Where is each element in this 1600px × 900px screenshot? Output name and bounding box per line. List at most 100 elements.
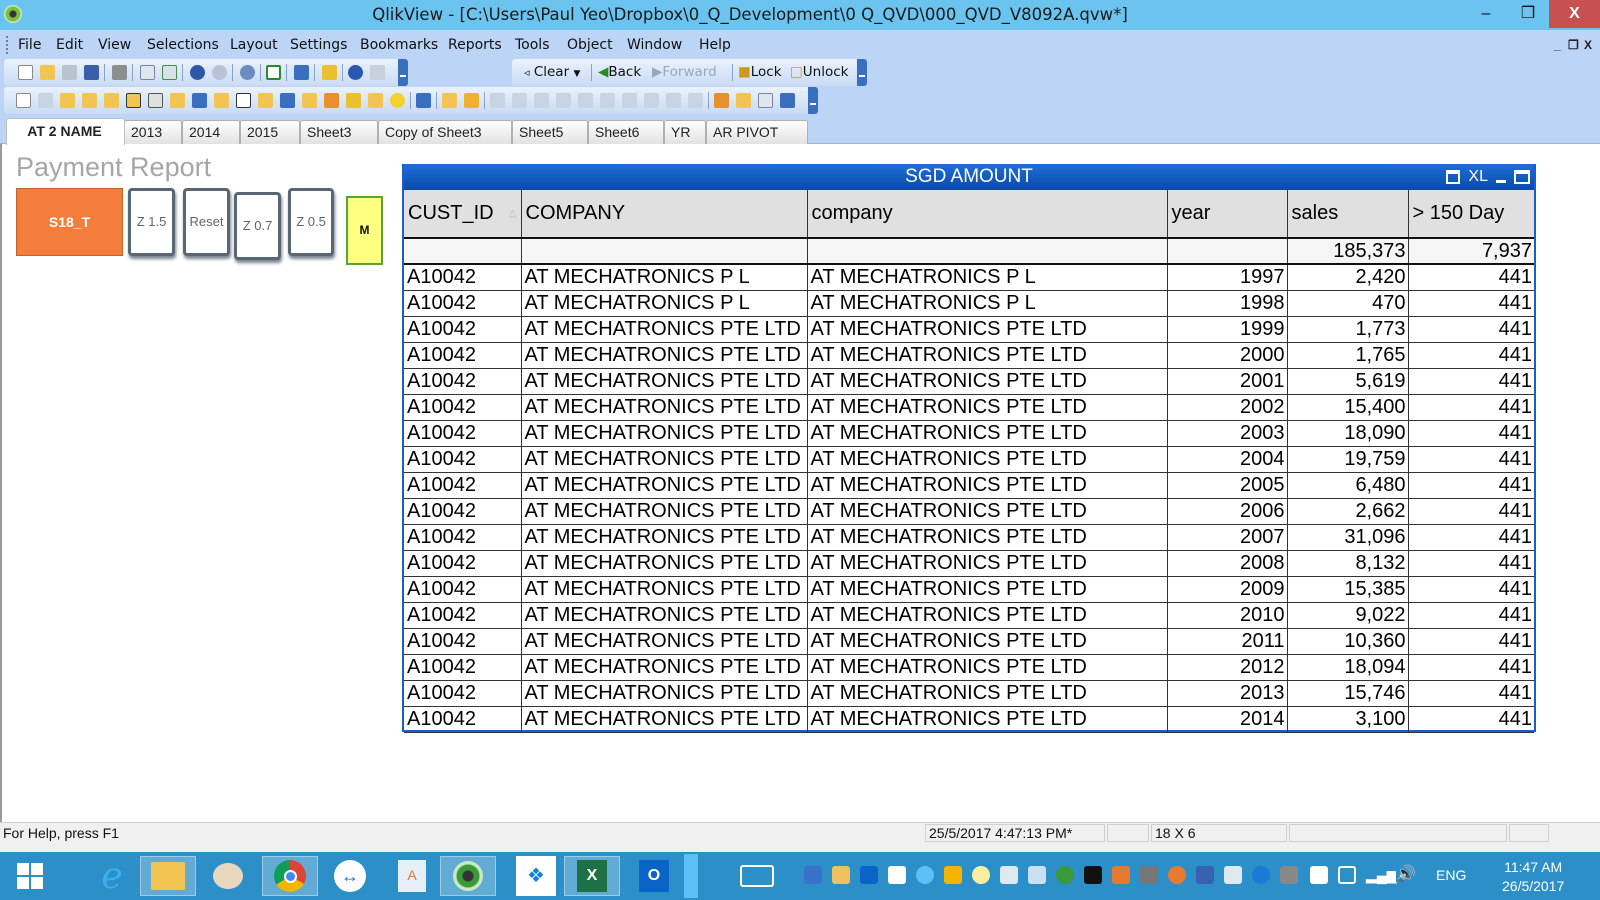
device-icon[interactable] <box>1140 866 1158 884</box>
listbox-icon[interactable] <box>104 93 119 108</box>
cell-sales[interactable]: 470 <box>1287 290 1409 317</box>
cell-cust-id[interactable]: A10042 <box>404 628 522 655</box>
cell-cust-id[interactable]: A10042 <box>404 394 522 421</box>
cell-sales[interactable]: 31,096 <box>1287 524 1409 551</box>
column-header-company-upper[interactable]: COMPANY <box>521 190 808 239</box>
cell-company[interactable]: AT MECHATRONICS PTE LTD <box>807 368 1168 395</box>
download-manager-icon[interactable] <box>1056 866 1074 884</box>
cell-cust-id[interactable]: A10042 <box>404 316 522 343</box>
cell-company[interactable]: AT MECHATRONICS PTE LTD <box>807 394 1168 421</box>
maximize-icon[interactable] <box>1514 170 1530 184</box>
snip-icon[interactable] <box>1028 866 1046 884</box>
cell-cust-id[interactable]: A10042 <box>404 264 522 291</box>
cell-company-upper[interactable]: AT MECHATRONICS PTE LTD <box>521 368 808 395</box>
space-vertical-icon[interactable] <box>644 93 659 108</box>
cell-over-150-day[interactable]: 441 <box>1408 316 1534 343</box>
cell-company[interactable]: AT MECHATRONICS PTE LTD <box>807 680 1168 707</box>
start-button[interactable] <box>2 856 58 896</box>
cell-year[interactable]: 2006 <box>1167 498 1288 525</box>
mail-icon[interactable] <box>832 866 850 884</box>
touch-keyboard-icon[interactable] <box>740 865 774 887</box>
new-sheet-icon[interactable] <box>16 93 31 108</box>
menu-reports[interactable]: Reports <box>448 37 502 53</box>
clock[interactable]: 11:47 AM 26/5/2017 <box>1502 858 1564 896</box>
cell-year[interactable]: 2007 <box>1167 524 1288 551</box>
cell-over-150-day[interactable]: 441 <box>1408 446 1534 473</box>
tab-copy-of-sheet3[interactable]: Copy of Sheet3 <box>378 120 512 144</box>
demote-sheet-icon[interactable] <box>60 93 75 108</box>
cell-company[interactable]: AT MECHATRONICS PTE LTD <box>807 342 1168 369</box>
taskbar-excel[interactable]: X <box>564 856 620 896</box>
tab-ar-pivot[interactable]: AR PIVOT <box>706 120 808 144</box>
cell-company-upper[interactable]: AT MECHATRONICS PTE LTD <box>521 316 808 343</box>
chart-object-icon[interactable] <box>192 93 207 108</box>
cell-company-upper[interactable]: AT MECHATRONICS PTE LTD <box>521 524 808 551</box>
cell-company[interactable]: AT MECHATRONICS PTE LTD <box>807 654 1168 681</box>
input-box-icon[interactable] <box>214 93 229 108</box>
network-drive-icon[interactable] <box>1196 866 1214 884</box>
cell-company-upper[interactable]: AT MECHATRONICS P L <box>521 290 808 317</box>
sheet-properties-icon[interactable] <box>82 93 97 108</box>
cell-company[interactable]: AT MECHATRONICS PTE LTD <box>807 706 1168 733</box>
cell-cust-id[interactable]: A10042 <box>404 550 522 577</box>
cell-company-upper[interactable]: AT MECHATRONICS PTE LTD <box>521 472 808 499</box>
cell-company[interactable]: AT MECHATRONICS PTE LTD <box>807 602 1168 629</box>
cell-sales[interactable]: 1,765 <box>1287 342 1409 369</box>
menu-settings[interactable]: Settings <box>290 37 347 53</box>
cell-sales[interactable]: 15,385 <box>1287 576 1409 603</box>
dropbox-tray-icon[interactable] <box>1000 866 1018 884</box>
teamviewer-tray-icon[interactable] <box>1252 866 1270 884</box>
open-folder-icon[interactable] <box>40 65 55 80</box>
clear-button[interactable]: ◃ Clear ▼ <box>524 64 580 80</box>
cell-cust-id[interactable]: A10042 <box>404 576 522 603</box>
cell-over-150-day[interactable]: 441 <box>1408 290 1534 317</box>
tab-2015[interactable]: 2015 <box>240 120 300 144</box>
table-row[interactable]: A10042 AT MECHATRONICS PTE LTD AT MECHATRO… <box>404 654 1534 681</box>
column-header-sales[interactable]: sales <box>1287 190 1409 239</box>
cell-sales[interactable]: 2,420 <box>1287 264 1409 291</box>
cell-over-150-day[interactable]: 441 <box>1408 706 1534 733</box>
cell-year[interactable]: 2013 <box>1167 680 1288 707</box>
menu-edit[interactable]: Edit <box>56 37 83 53</box>
column-header-over-150-day[interactable]: > 150 Day <box>1408 190 1534 239</box>
cell-sales[interactable]: 18,090 <box>1287 420 1409 447</box>
table-viewer-icon[interactable] <box>780 93 795 108</box>
evernote-icon[interactable] <box>972 866 990 884</box>
battery-icon[interactable] <box>1338 866 1356 884</box>
table-row[interactable]: A10042 AT MECHATRONICS PTE LTD AT MECHATRO… <box>404 550 1534 577</box>
table-row[interactable]: A10042 AT MECHATRONICS PTE LTD AT MECHATRO… <box>404 420 1534 447</box>
slider-icon[interactable] <box>324 93 339 108</box>
cell-company[interactable]: AT MECHATRONICS P L <box>807 290 1168 317</box>
cell-over-150-day[interactable]: 441 <box>1408 394 1534 421</box>
table-row[interactable]: A10042 AT MECHATRONICS PTE LTD AT MECHATRO… <box>404 628 1534 655</box>
cell-cust-id[interactable]: A10042 <box>404 602 522 629</box>
align-right-icon[interactable] <box>534 93 549 108</box>
table-row[interactable]: A10042 AT MECHATRONICS PTE LTD AT MECHATRO… <box>404 342 1534 369</box>
multibox-icon[interactable] <box>170 93 185 108</box>
taskbar-internet-explorer[interactable]: e <box>84 856 140 897</box>
table-row[interactable]: A10042 AT MECHATRONICS P L AT MECHATRONICS… <box>404 264 1534 291</box>
tab-yr[interactable]: YR <box>664 120 706 144</box>
sync-icon[interactable] <box>888 866 906 884</box>
cell-over-150-day[interactable]: 441 <box>1408 264 1534 291</box>
zoom-0-5-button[interactable]: Z 0.5 <box>288 188 334 256</box>
align-center-icon[interactable] <box>512 93 527 108</box>
toolbar-options-button[interactable] <box>398 59 408 86</box>
chart-icon[interactable] <box>294 65 309 80</box>
cell-year[interactable]: 2014 <box>1167 706 1288 733</box>
new-document-icon[interactable] <box>18 65 33 80</box>
cell-cust-id[interactable]: A10042 <box>404 498 522 525</box>
cell-company-upper[interactable]: AT MECHATRONICS PTE LTD <box>521 628 808 655</box>
cell-company-upper[interactable]: AT MECHATRONICS PTE LTD <box>521 498 808 525</box>
cell-year[interactable]: 2004 <box>1167 446 1288 473</box>
taskbar-file-explorer[interactable] <box>140 856 196 896</box>
search-icon[interactable] <box>240 65 255 80</box>
s18-t-button[interactable]: S18_T <box>16 188 123 256</box>
cell-sales[interactable]: 19,759 <box>1287 446 1409 473</box>
space-horizontal-icon[interactable] <box>622 93 637 108</box>
cell-year[interactable]: 2011 <box>1167 628 1288 655</box>
tab-sheet6[interactable]: Sheet6 <box>588 120 664 144</box>
taskbar-wordpad[interactable]: A <box>384 856 440 896</box>
cell-cust-id[interactable]: A10042 <box>404 342 522 369</box>
cell-company-upper[interactable]: AT MECHATRONICS PTE LTD <box>521 446 808 473</box>
